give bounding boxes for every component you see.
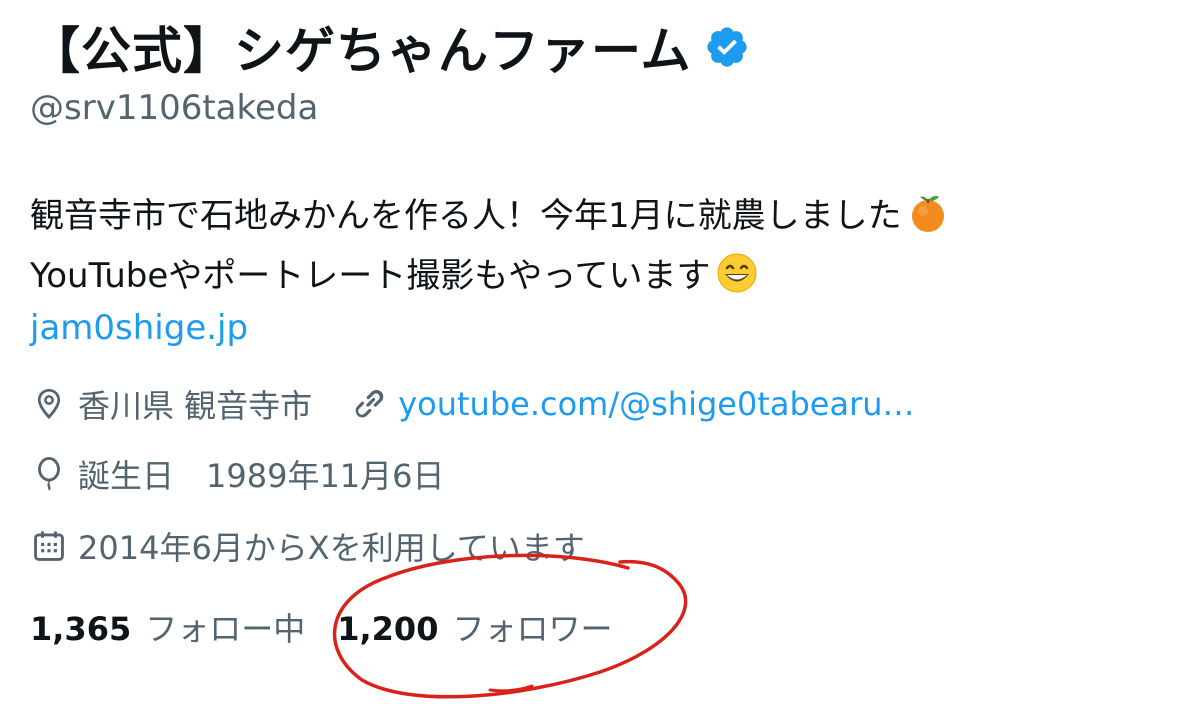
following-label: フォロー中	[145, 610, 306, 648]
location-item: 香川県 観音寺市	[30, 381, 312, 427]
joined-text: 2014年6月からXを利用しています	[78, 529, 585, 567]
following-stat[interactable]: 1,365 フォロー中	[30, 604, 305, 650]
follow-stats: 1,365 フォロー中 1,200 フォロワー	[30, 602, 612, 652]
profile-handle: @srv1106takeda	[30, 88, 319, 128]
balloon-icon	[38, 457, 60, 491]
name-row: 【公式】シゲちゃんファーム	[30, 12, 750, 82]
verified-badge-icon[interactable]	[704, 24, 750, 70]
location-pin-icon	[37, 388, 61, 420]
followers-label: フォロワー	[452, 610, 613, 648]
bio-text-1: 観音寺市で石地みかんを作る人！今年1月に就農しました	[30, 196, 902, 236]
following-count: 1,365	[30, 610, 132, 648]
display-name: 【公式】シゲちゃんファーム	[30, 22, 692, 80]
followers-count: 1,200	[337, 610, 439, 648]
tangerine-emoji-icon	[911, 195, 944, 232]
calendar-icon	[34, 531, 64, 561]
profile-meta-row: 香川県 観音寺市 youtube.com/@shige0tabearu…	[30, 380, 915, 428]
birthday-row: 誕生日 1989年11月6日	[30, 450, 445, 498]
link-icon	[355, 389, 384, 418]
location-text: 香川県 観音寺市	[78, 387, 313, 425]
bio-line-2: YouTubeやポートレート撮影もやっています	[30, 248, 759, 297]
birthday-text: 誕生日 1989年11月6日	[78, 457, 445, 495]
website-link[interactable]: jam0shige.jp	[30, 308, 248, 348]
grinning-face-emoji-icon	[717, 253, 757, 292]
bio-line-1: 観音寺市で石地みかんを作る人！今年1月に就農しました	[30, 188, 950, 237]
bio-text-2: YouTubeやポートレート撮影もやっています	[30, 256, 711, 296]
followers-stat[interactable]: 1,200 フォロワー	[337, 604, 612, 650]
youtube-link[interactable]: youtube.com/@shige0tabearu…	[398, 385, 914, 423]
link-item: youtube.com/@shige0tabearu…	[350, 385, 915, 423]
joined-row: 2014年6月からXを利用しています	[30, 522, 585, 570]
